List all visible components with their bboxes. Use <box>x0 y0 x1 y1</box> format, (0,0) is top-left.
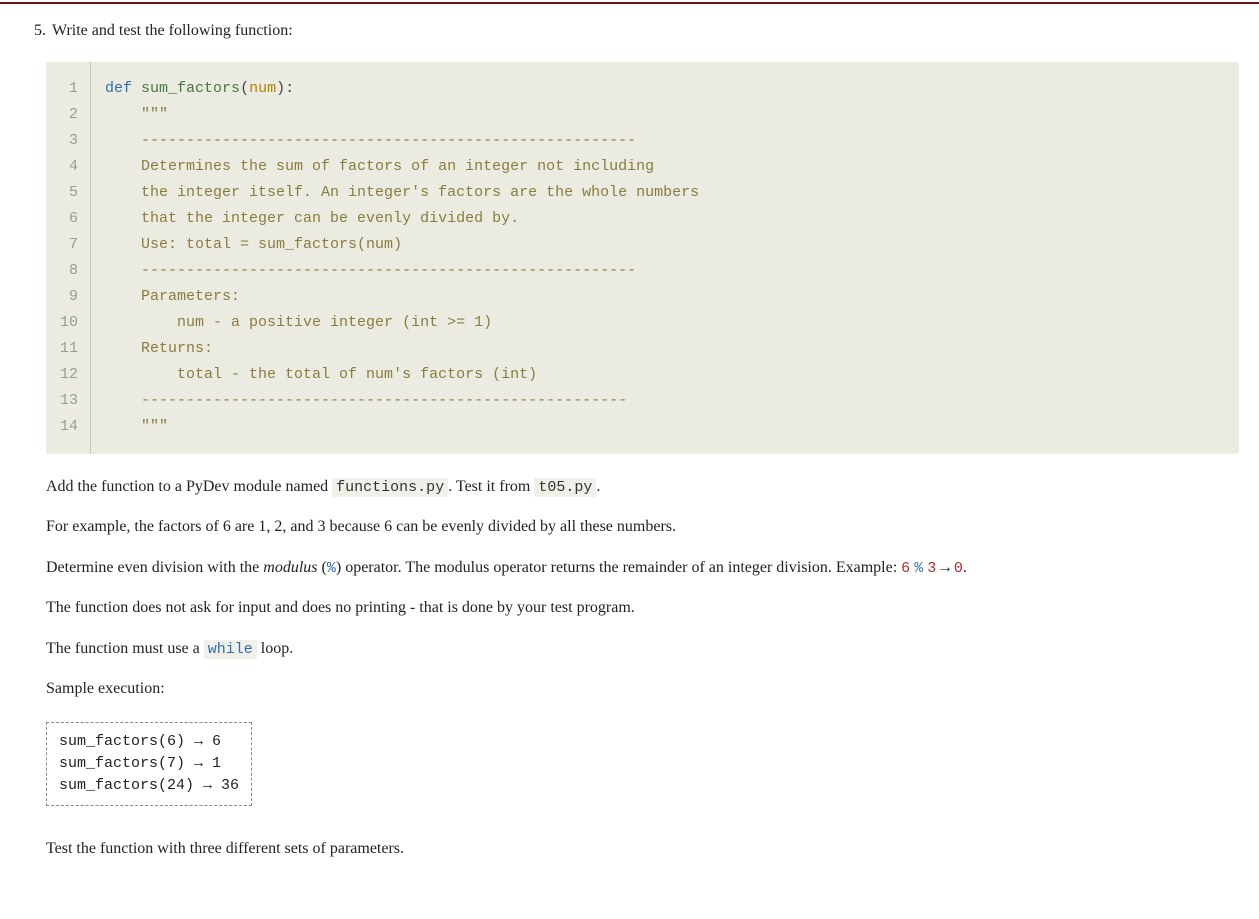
code-line: num - a positive integer (int >= 1) <box>105 310 699 336</box>
code-line: total - the total of num's factors (int) <box>105 362 699 388</box>
code-line: ----------------------------------------… <box>105 388 699 414</box>
line-number: 12 <box>46 362 90 388</box>
text: loop. <box>257 640 293 657</box>
line-number: 7 <box>46 232 90 258</box>
question-number: 5. <box>20 22 52 40</box>
paragraph-no-input: The function does not ask for input and … <box>46 597 1239 619</box>
text: Determine even division with the <box>46 559 263 576</box>
arrow-icon: → <box>940 559 950 577</box>
code-line: ----------------------------------------… <box>105 128 699 154</box>
code-content: def sum_factors(num): """ --------------… <box>91 62 713 454</box>
code-line: def sum_factors(num): <box>105 76 699 102</box>
line-number: 4 <box>46 154 90 180</box>
example-num: 6 <box>901 560 910 577</box>
example-num: 3 <box>927 560 936 577</box>
code-line: """ <box>105 102 699 128</box>
code-line: """ <box>105 414 699 440</box>
code-line: Returns: <box>105 336 699 362</box>
code-line: ----------------------------------------… <box>105 258 699 284</box>
paragraph-example-factors: For example, the factors of 6 are 1, 2, … <box>46 516 1239 538</box>
inline-code-filename: t05.py <box>534 478 596 497</box>
line-number: 6 <box>46 206 90 232</box>
code-line: the integer itself. An integer's factors… <box>105 180 699 206</box>
line-number: 13 <box>46 388 90 414</box>
line-number: 3 <box>46 128 90 154</box>
paragraph-module: Add the function to a PyDev module named… <box>46 476 1239 498</box>
line-number: 1 <box>46 76 90 102</box>
paragraph-closing: Test the function with three different s… <box>46 838 1239 860</box>
text: . Test it from <box>448 478 534 495</box>
text: Add the function to a PyDev module named <box>46 478 332 495</box>
example-num: 0 <box>954 560 963 577</box>
line-number: 11 <box>46 336 90 362</box>
page: 5. Write and test the following function… <box>0 2 1259 918</box>
text: The function must use a <box>46 640 204 657</box>
line-number: 8 <box>46 258 90 284</box>
text: . <box>963 559 967 576</box>
paragraph-sample-label: Sample execution: <box>46 678 1239 700</box>
question-prompt: Write and test the following function: <box>52 22 1239 40</box>
code-block: 1234567891011121314 def sum_factors(num)… <box>46 62 1239 454</box>
line-number: 10 <box>46 310 90 336</box>
instructions: Add the function to a PyDev module named… <box>46 476 1239 860</box>
code-line: that the integer can be evenly divided b… <box>105 206 699 232</box>
paragraph-while: The function must use a while loop. <box>46 638 1239 660</box>
paragraph-modulus: Determine even division with the modulus… <box>46 557 1239 579</box>
text: ) operator. The modulus operator returns… <box>336 559 901 576</box>
line-number-gutter: 1234567891011121314 <box>46 62 91 454</box>
question-row: 5. Write and test the following function… <box>20 22 1239 40</box>
code-line: Determines the sum of factors of an inte… <box>105 154 699 180</box>
line-number: 9 <box>46 284 90 310</box>
sample-output-box: sum_factors(6) → 6 sum_factors(7) → 1 su… <box>46 722 252 805</box>
line-number: 2 <box>46 102 90 128</box>
example-op: % <box>914 560 923 577</box>
code-line: Parameters: <box>105 284 699 310</box>
emphasis-modulus: modulus <box>263 559 317 576</box>
line-number: 5 <box>46 180 90 206</box>
operator-percent: % <box>327 560 336 577</box>
inline-code-filename: functions.py <box>332 478 448 497</box>
text: ( <box>318 559 327 576</box>
line-number: 14 <box>46 414 90 440</box>
text: . <box>596 478 600 495</box>
code-line: Use: total = sum_factors(num) <box>105 232 699 258</box>
inline-code-keyword: while <box>204 640 257 659</box>
